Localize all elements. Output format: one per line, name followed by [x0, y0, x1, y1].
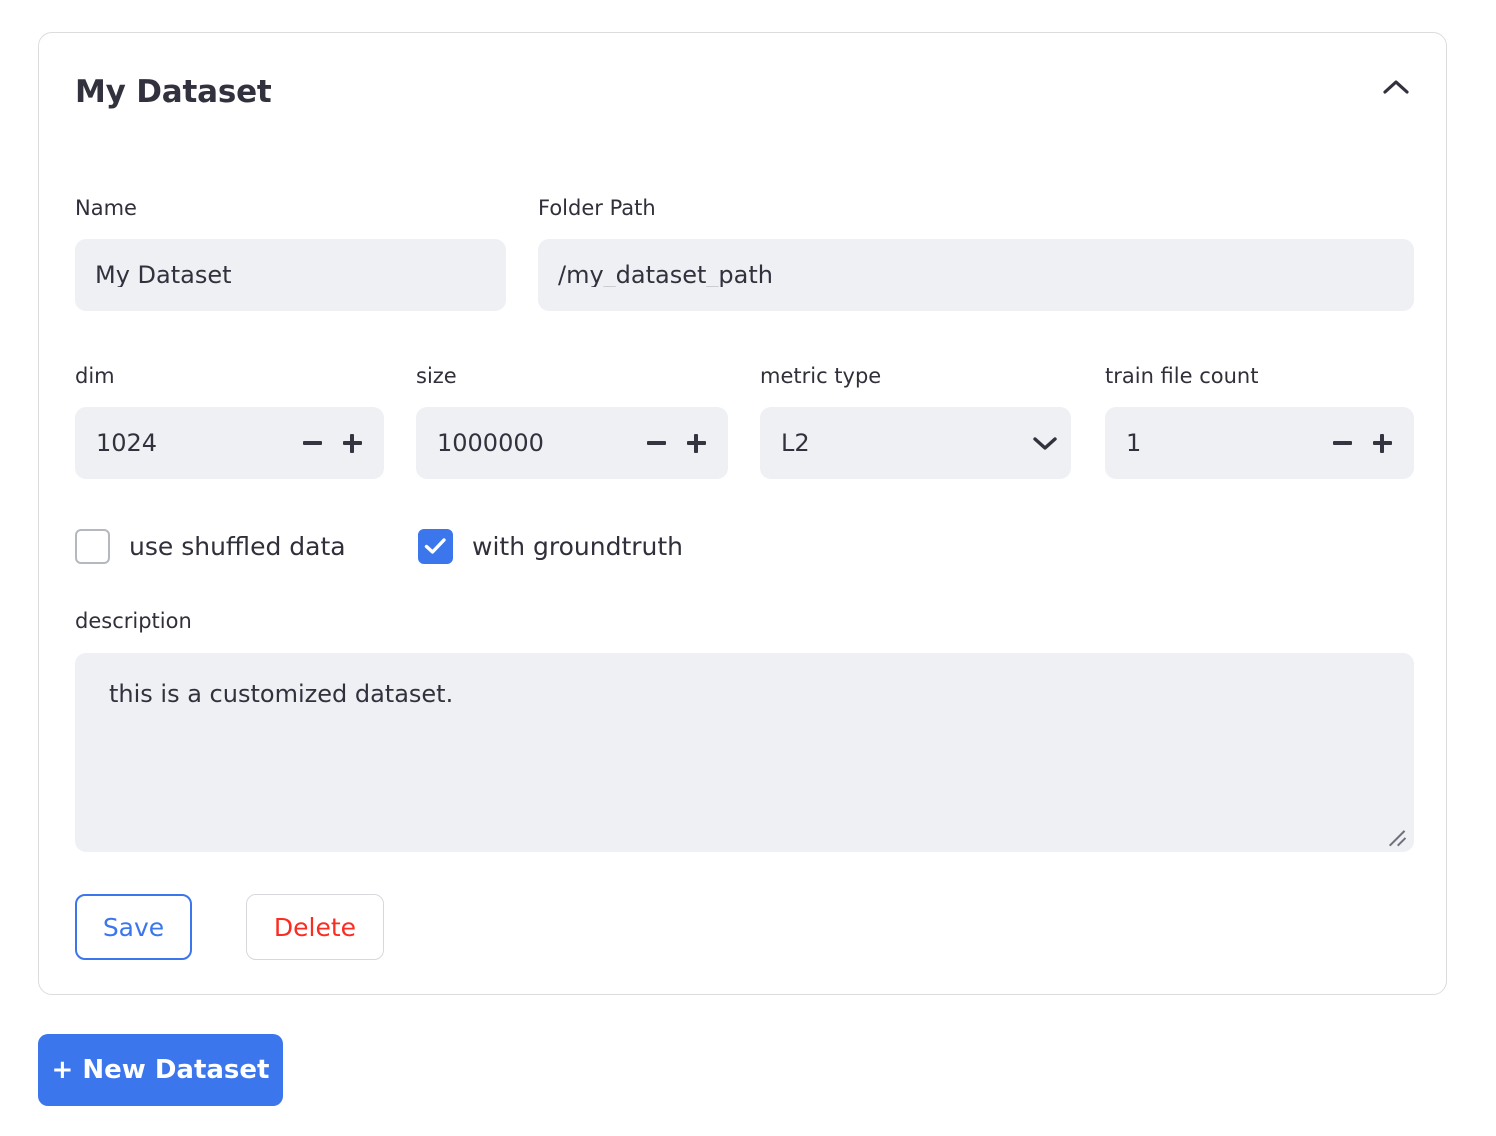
- plus-icon: [1373, 434, 1392, 453]
- plus-icon: [687, 434, 706, 453]
- dataset-config-page: My Dataset Name My Dataset Folder Path /…: [0, 0, 1496, 1136]
- size-increment-button[interactable]: [676, 407, 716, 479]
- train-file-count-value[interactable]: 1: [1105, 431, 1322, 455]
- new-dataset-button[interactable]: + New Dataset: [38, 1034, 283, 1106]
- name-input[interactable]: My Dataset: [75, 239, 506, 311]
- folder-path-input-value: /my_dataset_path: [558, 263, 773, 287]
- chevron-down-icon: [1019, 435, 1071, 451]
- label-folder-path: Folder Path: [538, 198, 656, 219]
- train-file-count-decrement-button[interactable]: [1322, 407, 1362, 479]
- page-title: My Dataset: [75, 77, 272, 108]
- name-input-value: My Dataset: [95, 263, 232, 287]
- plus-icon: [343, 434, 362, 453]
- with-groundtruth-label: with groundtruth: [472, 534, 683, 559]
- card-header: My Dataset: [39, 33, 1446, 143]
- label-train-file-count: train file count: [1105, 366, 1258, 387]
- label-size: size: [416, 366, 457, 387]
- dim-value[interactable]: 1024: [75, 431, 292, 455]
- label-description: description: [75, 611, 192, 632]
- with-groundtruth-checkbox[interactable]: with groundtruth: [418, 525, 683, 567]
- checkbox-unchecked-icon[interactable]: [75, 529, 110, 564]
- minus-icon: [303, 441, 322, 445]
- label-dim: dim: [75, 366, 115, 387]
- dim-stepper[interactable]: 1024: [75, 407, 384, 479]
- size-decrement-button[interactable]: [636, 407, 676, 479]
- description-textarea[interactable]: [75, 653, 1414, 852]
- use-shuffled-data-label: use shuffled data: [129, 534, 346, 559]
- checkbox-checked-icon[interactable]: [418, 529, 453, 564]
- chevron-up-icon: [1382, 78, 1410, 96]
- dim-decrement-button[interactable]: [292, 407, 332, 479]
- folder-path-input[interactable]: /my_dataset_path: [538, 239, 1414, 311]
- delete-button[interactable]: Delete: [246, 894, 384, 960]
- checkbox-row: use shuffled data with groundtruth: [75, 525, 975, 567]
- size-stepper[interactable]: 1000000: [416, 407, 728, 479]
- label-metric-type: metric type: [760, 366, 881, 387]
- use-shuffled-data-checkbox[interactable]: use shuffled data: [75, 525, 346, 567]
- dataset-card: My Dataset Name My Dataset Folder Path /…: [38, 32, 1447, 995]
- dim-increment-button[interactable]: [332, 407, 372, 479]
- train-file-count-stepper[interactable]: 1: [1105, 407, 1414, 479]
- minus-icon: [1333, 441, 1352, 445]
- label-name: Name: [75, 198, 137, 219]
- size-value[interactable]: 1000000: [416, 431, 636, 455]
- metric-type-select[interactable]: L2: [760, 407, 1071, 479]
- train-file-count-increment-button[interactable]: [1362, 407, 1402, 479]
- minus-icon: [647, 441, 666, 445]
- collapse-toggle-button[interactable]: [1374, 65, 1418, 109]
- metric-type-value: L2: [760, 431, 1019, 455]
- save-button[interactable]: Save: [75, 894, 192, 960]
